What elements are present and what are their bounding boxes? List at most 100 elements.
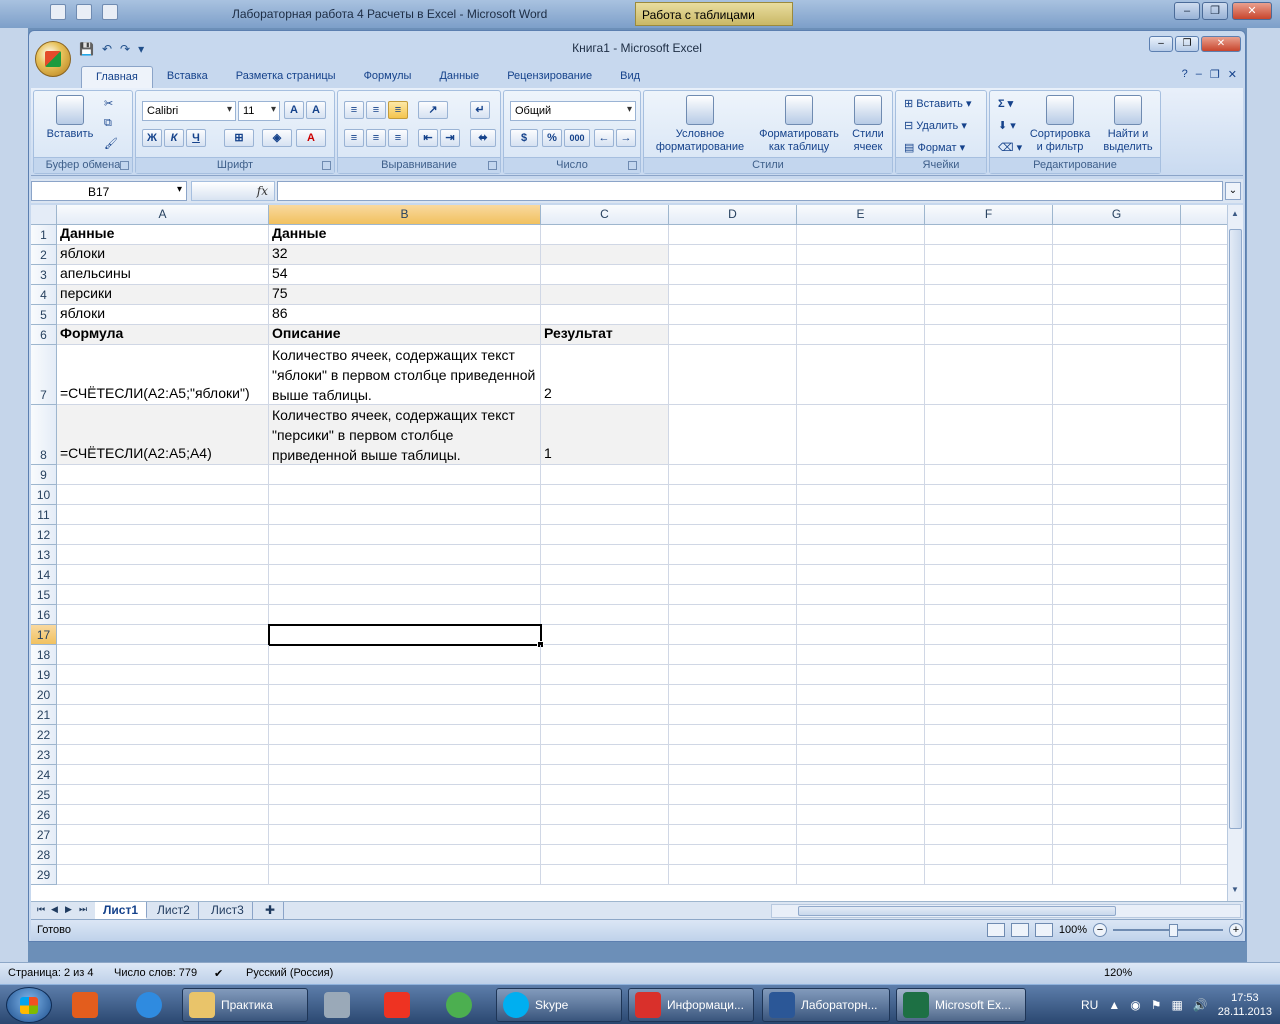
row-header[interactable]: 20 xyxy=(31,685,57,705)
language-indicator[interactable]: RU xyxy=(1081,998,1098,1012)
cell-b21[interactable] xyxy=(269,705,541,725)
cell-d6[interactable] xyxy=(669,325,797,345)
cell-a25[interactable] xyxy=(57,785,269,805)
cell-e18[interactable] xyxy=(797,645,925,665)
zoom-in-icon[interactable]: + xyxy=(1229,923,1243,937)
cell-b18[interactable] xyxy=(269,645,541,665)
font-name-select[interactable]: Calibri xyxy=(142,101,236,121)
cell-f24[interactable] xyxy=(925,765,1053,785)
font-size-select[interactable]: 11 xyxy=(238,101,280,121)
media-player-icon[interactable] xyxy=(66,988,104,1022)
cell-c3[interactable] xyxy=(541,265,669,285)
cell-e13[interactable] xyxy=(797,545,925,565)
fill-color-icon[interactable]: ◈ xyxy=(262,129,292,147)
normal-view-icon[interactable] xyxy=(986,923,1005,937)
cell-f6[interactable] xyxy=(925,325,1053,345)
row-header[interactable]: 11 xyxy=(31,505,57,525)
column-header-c[interactable]: C xyxy=(541,205,669,225)
cell-a21[interactable] xyxy=(57,705,269,725)
cell-c26[interactable] xyxy=(541,805,669,825)
row-header[interactable]: 22 xyxy=(31,725,57,745)
row-header[interactable]: 8 xyxy=(31,405,57,465)
row-header[interactable]: 24 xyxy=(31,765,57,785)
conditional-formatting-button[interactable]: Условное форматирование xyxy=(648,95,752,154)
cell-a10[interactable] xyxy=(57,485,269,505)
cell-blank[interactable] xyxy=(1181,305,1227,325)
column-header-g[interactable]: G xyxy=(1053,205,1181,225)
cell-c15[interactable] xyxy=(541,585,669,605)
sheet-tab-1[interactable]: Лист1 xyxy=(95,902,148,919)
cell-a23[interactable] xyxy=(57,745,269,765)
row-header[interactable]: 26 xyxy=(31,805,57,825)
cell-g7[interactable] xyxy=(1053,345,1181,405)
clear-icon[interactable]: ⌫ ▾ xyxy=(998,141,1022,154)
cell-a16[interactable] xyxy=(57,605,269,625)
cell-blank[interactable] xyxy=(1181,545,1227,565)
column-header-f[interactable]: F xyxy=(925,205,1053,225)
cell-e25[interactable] xyxy=(797,785,925,805)
align-right-icon[interactable]: ≡ xyxy=(388,129,408,147)
workbook-restore-button[interactable]: ❐ xyxy=(1210,68,1220,81)
cell-a1[interactable]: Данные xyxy=(57,225,269,245)
tab-review[interactable]: Рецензирование xyxy=(493,66,606,88)
scroll-down-icon[interactable]: ▼ xyxy=(1228,883,1242,897)
row-header[interactable]: 7 xyxy=(31,345,57,405)
dialog-launcher-icon[interactable] xyxy=(120,161,129,170)
cell-e15[interactable] xyxy=(797,585,925,605)
cell-d9[interactable] xyxy=(669,465,797,485)
cell-f8[interactable] xyxy=(925,405,1053,465)
cell-blank[interactable] xyxy=(1181,505,1227,525)
bold-button[interactable]: Ж xyxy=(142,129,162,147)
row-header[interactable]: 28 xyxy=(31,845,57,865)
cell-blank[interactable] xyxy=(1181,785,1227,805)
cell-f14[interactable] xyxy=(925,565,1053,585)
cell-c28[interactable] xyxy=(541,845,669,865)
cell-g27[interactable] xyxy=(1053,825,1181,845)
delete-cells-button[interactable]: ⊟ Удалить ▾ xyxy=(904,119,967,132)
zoom-out-icon[interactable]: − xyxy=(1093,923,1107,937)
cell-blank[interactable] xyxy=(1181,465,1227,485)
word-context-tab[interactable]: Работа с таблицами xyxy=(635,2,793,26)
cell-g22[interactable] xyxy=(1053,725,1181,745)
cell-e8[interactable] xyxy=(797,405,925,465)
show-hidden-icons-icon[interactable]: ▲ xyxy=(1108,998,1120,1012)
cell-e26[interactable] xyxy=(797,805,925,825)
start-button[interactable] xyxy=(6,987,52,1023)
font-color-icon[interactable]: A xyxy=(296,129,326,147)
cell-blank[interactable] xyxy=(1181,865,1227,885)
row-header[interactable]: 6 xyxy=(31,325,57,345)
cell-blank[interactable] xyxy=(1181,265,1227,285)
cell-blank[interactable] xyxy=(1181,765,1227,785)
cell-a26[interactable] xyxy=(57,805,269,825)
cell-f2[interactable] xyxy=(925,245,1053,265)
network-icon[interactable]: ▦ xyxy=(1171,998,1182,1012)
paste-button[interactable]: Вставить xyxy=(46,95,94,141)
cell-e29[interactable] xyxy=(797,865,925,885)
cell-c1[interactable] xyxy=(541,225,669,245)
cell-g12[interactable] xyxy=(1053,525,1181,545)
align-middle-icon[interactable]: ≡ xyxy=(366,101,386,119)
cell-a9[interactable] xyxy=(57,465,269,485)
cell-g3[interactable] xyxy=(1053,265,1181,285)
cell-e14[interactable] xyxy=(797,565,925,585)
cell-a12[interactable] xyxy=(57,525,269,545)
cell-d17[interactable] xyxy=(669,625,797,645)
cell-blank[interactable] xyxy=(1181,285,1227,305)
cell-g11[interactable] xyxy=(1053,505,1181,525)
cell-d20[interactable] xyxy=(669,685,797,705)
italic-button[interactable]: К xyxy=(164,129,184,147)
cell-c20[interactable] xyxy=(541,685,669,705)
cell-a17[interactable] xyxy=(57,625,269,645)
browser-icon[interactable] xyxy=(440,988,478,1022)
cell-f16[interactable] xyxy=(925,605,1053,625)
insert-cells-button[interactable]: ⊞ Вставить ▾ xyxy=(904,97,972,110)
cell-f13[interactable] xyxy=(925,545,1053,565)
cell-d16[interactable] xyxy=(669,605,797,625)
cell-g13[interactable] xyxy=(1053,545,1181,565)
cell-e6[interactable] xyxy=(797,325,925,345)
cell-d26[interactable] xyxy=(669,805,797,825)
internet-explorer-icon[interactable] xyxy=(130,988,168,1022)
cell-a14[interactable] xyxy=(57,565,269,585)
cell-c23[interactable] xyxy=(541,745,669,765)
shrink-font-icon[interactable]: A xyxy=(306,101,326,119)
